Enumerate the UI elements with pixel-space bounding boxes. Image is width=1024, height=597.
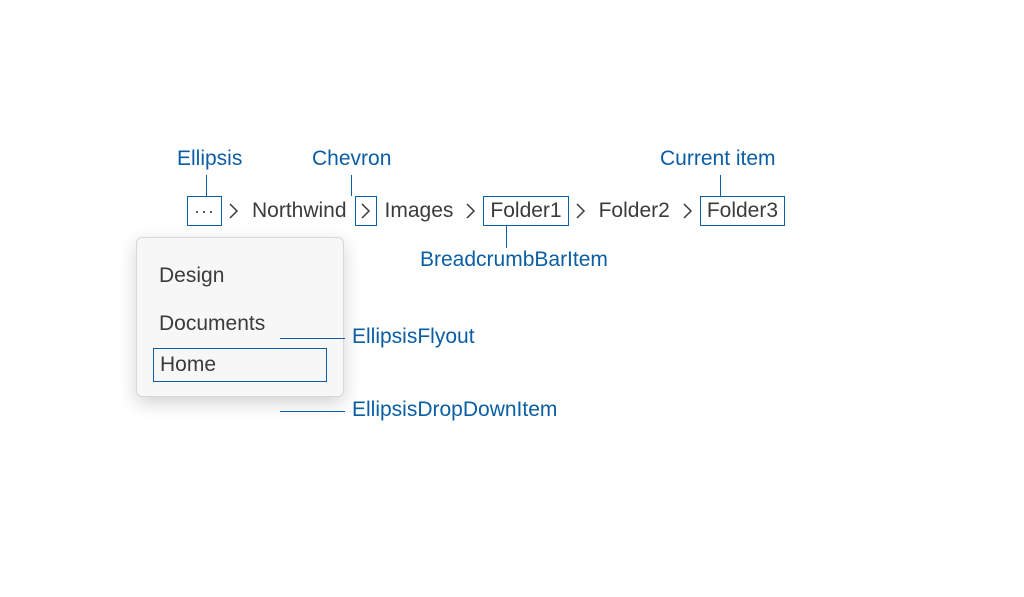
breadcrumb-item-folder3-current[interactable]: Folder3 xyxy=(700,196,785,226)
breadcrumb-item-images[interactable]: Images xyxy=(379,196,460,226)
annotation-ellipsis-dropdown-item-label: EllipsisDropDownItem xyxy=(352,398,557,422)
annotation-line xyxy=(351,175,352,196)
annotation-line xyxy=(206,175,207,196)
annotation-chevron-label: Chevron xyxy=(312,147,391,171)
flyout-item-home-outlined[interactable]: Home xyxy=(153,348,327,382)
ellipsis-icon: ··· xyxy=(194,202,215,220)
chevron-right-icon xyxy=(571,196,591,226)
chevron-right-icon xyxy=(461,196,481,226)
chevron-right-icon-outlined xyxy=(355,196,377,226)
breadcrumb-bar: ··· Northwind Images Folder1 Folder2 Fol… xyxy=(187,196,785,226)
chevron-right-icon xyxy=(224,196,244,226)
annotation-ellipsis-label: Ellipsis xyxy=(177,147,242,171)
flyout-item-documents[interactable]: Documents xyxy=(143,300,337,348)
annotation-line xyxy=(720,175,721,196)
chevron-right-icon xyxy=(678,196,698,226)
annotation-current-item-label: Current item xyxy=(660,147,776,171)
breadcrumb-ellipsis-button[interactable]: ··· xyxy=(187,196,222,226)
breadcrumb-item-folder2[interactable]: Folder2 xyxy=(593,196,676,226)
flyout-item-design[interactable]: Design xyxy=(143,252,337,300)
annotation-line xyxy=(506,226,507,248)
breadcrumb-item-northwind[interactable]: Northwind xyxy=(246,196,353,226)
ellipsis-flyout-panel: Design Documents Home xyxy=(136,237,344,397)
annotation-line xyxy=(280,411,345,412)
annotation-ellipsis-flyout-label: EllipsisFlyout xyxy=(352,325,475,349)
annotation-breadcrumb-bar-item-label: BreadcrumbBarItem xyxy=(420,248,608,272)
breadcrumb-item-folder1-outlined[interactable]: Folder1 xyxy=(483,196,568,226)
annotation-line xyxy=(280,338,345,339)
